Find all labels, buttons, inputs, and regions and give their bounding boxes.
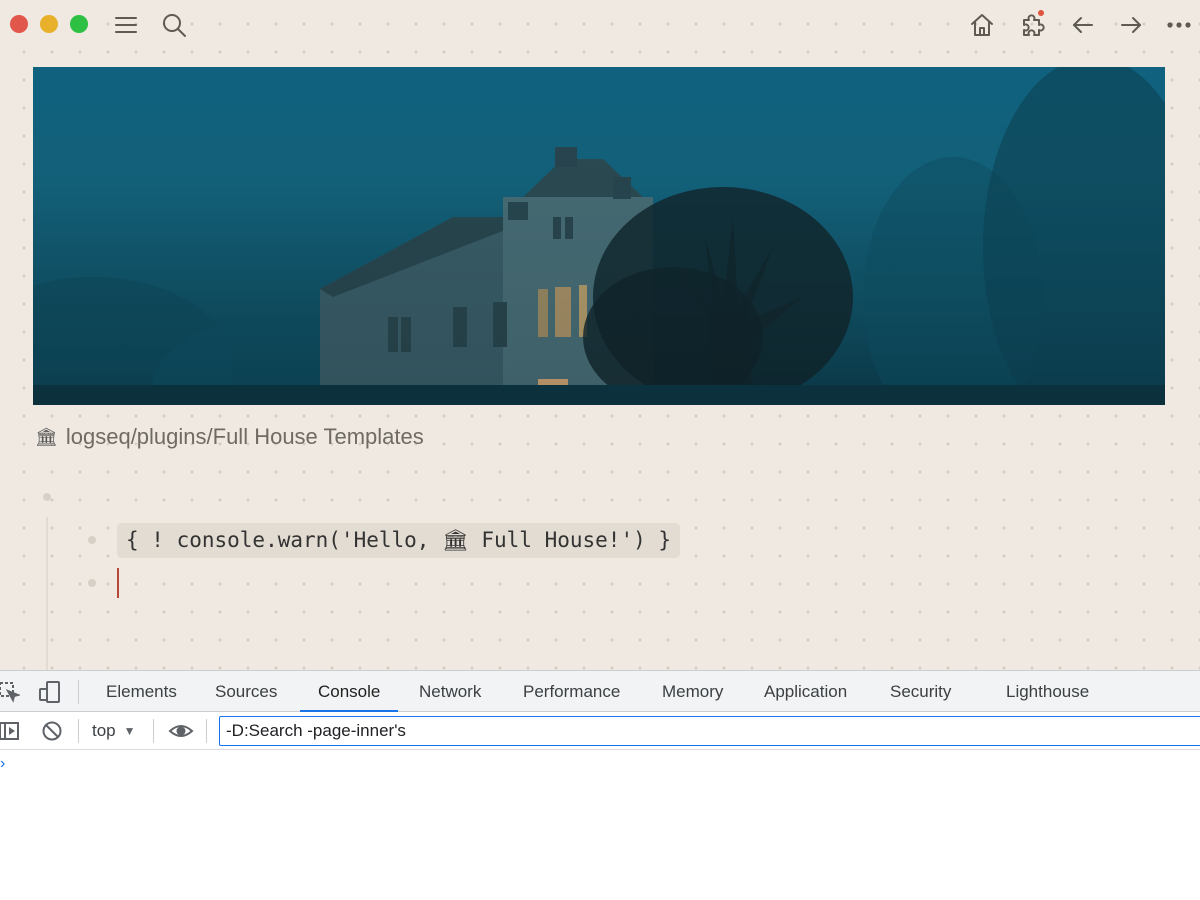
logseq-app: 🏛 logseq/plugins/Full House Templates { … <box>0 0 1200 672</box>
context-selector[interactable]: top ▼ <box>92 719 136 743</box>
page-title[interactable]: logseq/plugins/Full House Templates <box>66 424 424 450</box>
home-icon[interactable] <box>966 9 998 41</box>
console-prompt-icon[interactable]: › <box>0 755 5 773</box>
arrow-right-icon[interactable] <box>1115 9 1147 41</box>
tab-network[interactable]: Network <box>419 671 481 712</box>
clear-console-icon[interactable] <box>41 720 63 747</box>
devtools-panel: Elements Sources Console Network Perform… <box>0 670 1200 900</box>
eye-icon[interactable] <box>168 721 194 746</box>
bank-icon: 🏛 <box>35 426 58 447</box>
arrow-left-icon[interactable] <box>1067 9 1099 41</box>
block-children-guide <box>46 517 48 672</box>
tab-elements[interactable]: Elements <box>106 671 177 712</box>
maximize-window-button[interactable] <box>70 15 88 33</box>
page-title-row[interactable]: 🏛 logseq/plugins/Full House Templates <box>35 422 424 452</box>
tab-sources[interactable]: Sources <box>215 671 277 712</box>
console-filter-input[interactable] <box>219 716 1200 746</box>
block-bullet[interactable] <box>88 579 96 587</box>
tab-security[interactable]: Security <box>890 671 951 712</box>
menu-icon[interactable] <box>110 9 142 41</box>
toolbar-separator <box>206 719 207 743</box>
tab-application[interactable]: Application <box>764 671 847 712</box>
close-window-button[interactable] <box>10 15 28 33</box>
tab-separator <box>78 680 79 704</box>
console-toolbar: top ▼ <box>0 712 1200 750</box>
tab-lighthouse[interactable]: Lighthouse <box>1006 671 1089 712</box>
show-sidebar-icon[interactable] <box>0 721 20 746</box>
context-label: top <box>92 721 116 740</box>
editing-caret[interactable] <box>117 568 119 598</box>
tab-console[interactable]: Console <box>299 671 399 712</box>
inspect-element-icon[interactable] <box>0 681 22 708</box>
tab-performance[interactable]: Performance <box>523 671 620 712</box>
puzzle-icon[interactable] <box>1016 9 1048 41</box>
page-banner-image <box>33 67 1165 405</box>
more-icon[interactable] <box>1163 9 1195 41</box>
block-bullet[interactable] <box>43 493 51 501</box>
toolbar-separator <box>78 719 79 743</box>
template-command-block[interactable]: { ! console.warn('Hello, 🏛 Full House!')… <box>117 523 681 558</box>
title-bar <box>0 0 1200 50</box>
block-bullet[interactable] <box>88 536 96 544</box>
notification-dot <box>1038 10 1044 16</box>
search-icon[interactable] <box>158 9 190 41</box>
minimize-window-button[interactable] <box>40 15 58 33</box>
tab-memory[interactable]: Memory <box>662 671 723 712</box>
dropdown-caret-icon: ▼ <box>123 724 136 738</box>
toolbar-separator <box>153 719 154 743</box>
devtools-tab-bar: Elements Sources Console Network Perform… <box>0 670 1200 712</box>
device-toolbar-icon[interactable] <box>38 680 62 709</box>
